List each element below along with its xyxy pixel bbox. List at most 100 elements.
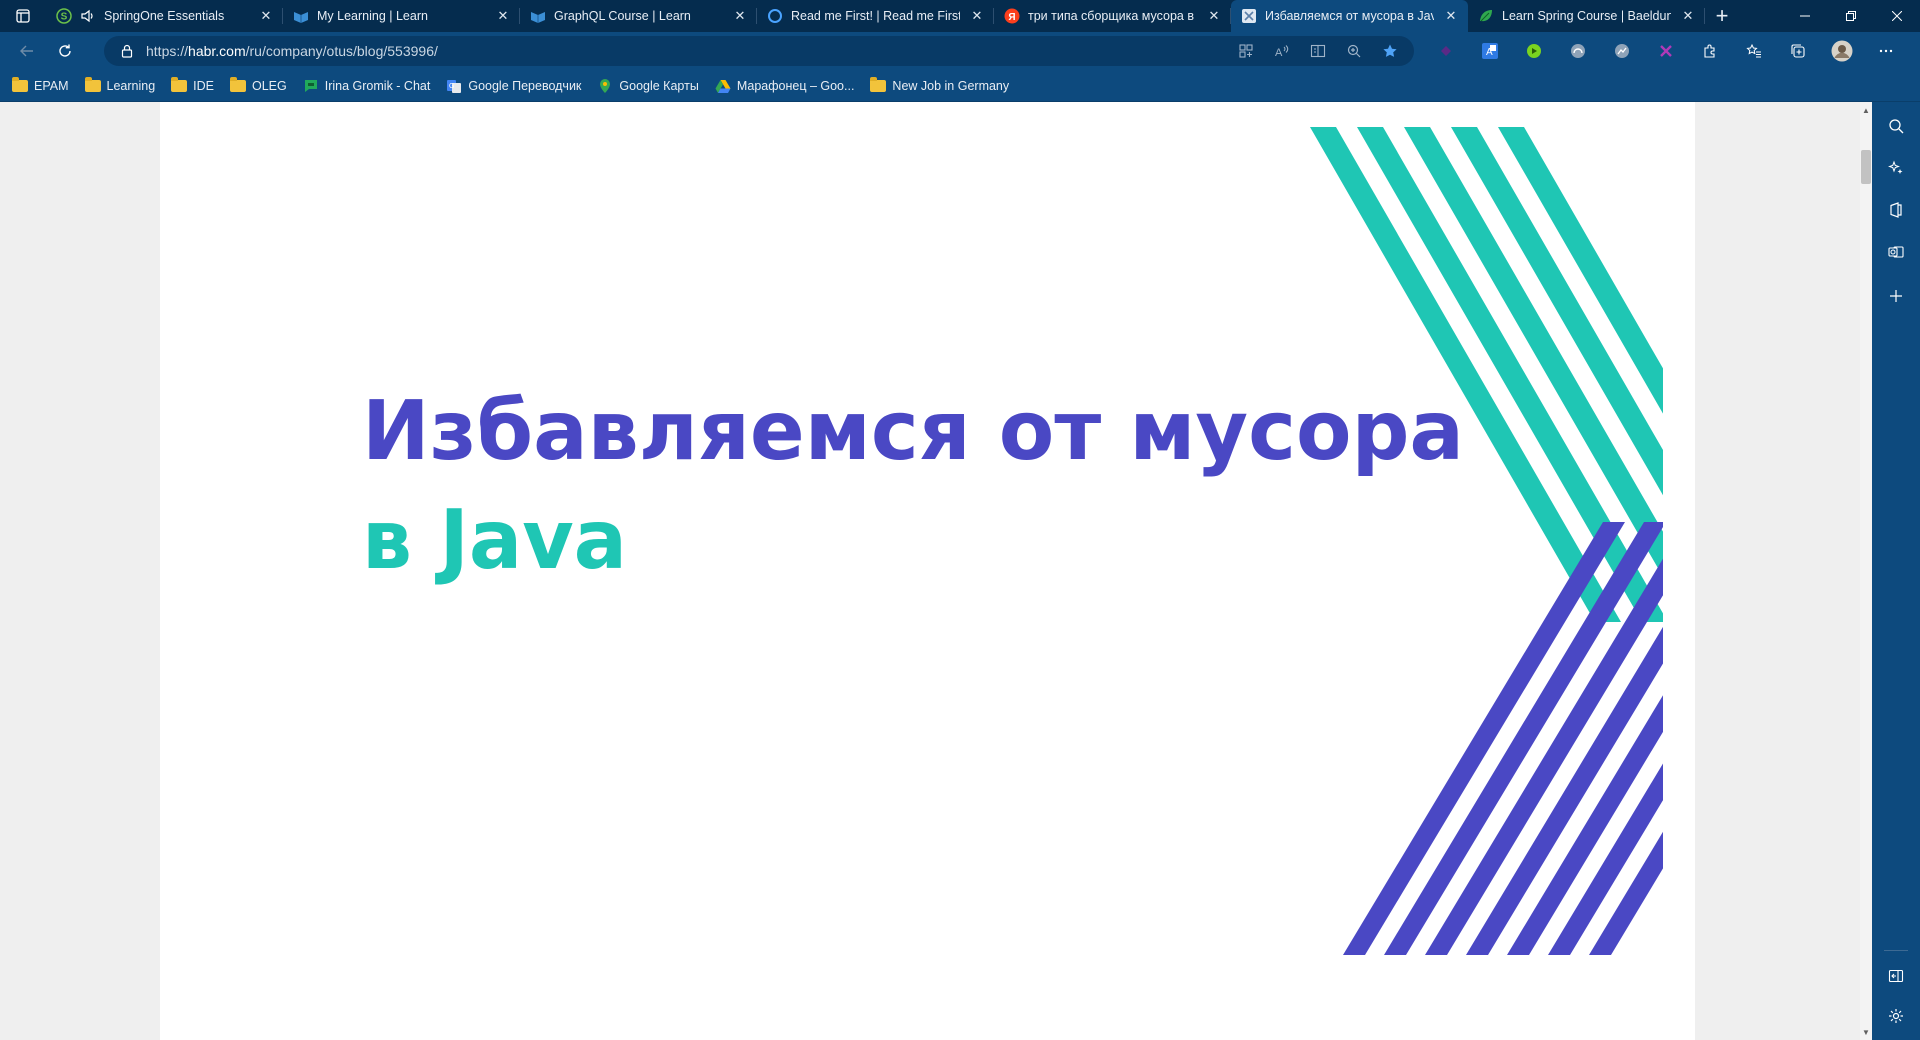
leaf-icon [1478,8,1494,24]
tab-springone[interactable]: S SpringOne Essentials ✕ [46,0,283,32]
x-extension-icon [1660,45,1672,57]
speaker-icon[interactable] [80,8,96,24]
bookmark-label: Google Переводчик [468,78,582,93]
tab-title: My Learning | Learn [317,9,428,23]
refresh-button[interactable] [48,35,82,67]
bookmark-epam[interactable]: EPAM [12,76,69,93]
folder-icon [230,76,246,92]
bookmark-learning[interactable]: Learning [84,76,156,93]
scroll-down-arrow-icon[interactable]: ▼ [1862,1028,1870,1037]
minimize-button[interactable] [1782,0,1828,32]
gray-extension-2-button[interactable] [1600,32,1644,70]
close-window-button[interactable] [1874,0,1920,32]
bookmarks-bar: EPAM Learning IDE OLEG Irina Gromik - Ch… [0,70,1920,102]
plus-icon [1890,290,1902,302]
close-icon[interactable]: ✕ [968,7,986,25]
app-available-button[interactable] [1230,36,1262,66]
vertical-scrollbar[interactable]: ▲ ▼ [1860,102,1872,1040]
sidebar-settings-button[interactable] [1872,996,1920,1036]
bookmark-new-job-germany[interactable]: New Job in Germany [870,76,1009,93]
bookmark-ide[interactable]: IDE [171,76,214,93]
scroll-up-arrow-icon[interactable]: ▲ [1862,106,1870,115]
tab-actions-icon [16,9,30,23]
hide-sidebar-icon [1888,969,1904,983]
new-tab-button[interactable]: + [1705,0,1739,32]
gauge-2-icon [1615,44,1629,58]
collections-button[interactable] [1776,32,1820,70]
close-icon[interactable]: ✕ [731,7,749,25]
favorite-star-button[interactable] [1374,36,1406,66]
zoom-icon [1347,44,1361,58]
address-bar[interactable]: https://habr.com/ru/company/otus/blog/55… [104,36,1414,66]
extension-purple-icon [1441,46,1451,56]
close-icon[interactable]: ✕ [494,7,512,25]
read-aloud-button[interactable]: A [1266,36,1298,66]
scroll-thumb[interactable] [1861,150,1871,184]
restore-button[interactable] [1828,0,1874,32]
translate-icon: A [1482,43,1498,59]
close-icon[interactable]: ✕ [257,7,275,25]
bookmark-irina-chat[interactable]: Irina Gromik - Chat [303,78,431,94]
url-text[interactable]: https://habr.com/ru/company/otus/blog/55… [146,43,438,59]
favorites-button[interactable] [1732,32,1776,70]
close-icon [1892,11,1902,21]
yandex-icon: Я [1004,8,1020,24]
apps-grid-icon [1239,44,1253,58]
more-dots-icon [1879,49,1893,53]
office-icon [1890,202,1902,218]
zoom-button[interactable] [1338,36,1370,66]
map-pin-icon [600,78,611,93]
restore-icon [1846,11,1856,21]
sidebar-office-button[interactable] [1872,190,1920,230]
tab-title: SpringOne Essentials [104,9,225,23]
bookmark-oleg[interactable]: OLEG [230,76,287,93]
x-extension-button[interactable] [1644,32,1688,70]
translate-icon: G [447,79,462,93]
bookmark-label: Learning [106,78,156,93]
hero-title-line1: Избавляемся от мусора [362,384,1464,479]
tab-actions-button[interactable] [0,0,46,32]
tab-habr-article[interactable]: Избавляемся от мусора в Java ✕ [1231,0,1468,32]
bookmark-label: Google Карты [619,78,699,93]
sidebar-hide-button[interactable] [1872,956,1920,996]
bookmark-label: Irina Gromik - Chat [324,78,431,93]
gauge-icon [1571,44,1585,58]
learn-book-icon [530,8,546,24]
settings-more-button[interactable] [1864,32,1908,70]
profile-button[interactable] [1820,32,1864,70]
favorites-list-icon [1746,43,1761,58]
back-button[interactable] [10,35,44,67]
tab-graphql-course[interactable]: GraphQL Course | Learn ✕ [520,0,757,32]
close-icon[interactable]: ✕ [1205,7,1223,25]
url-prefix: https:// [146,43,189,59]
learn-book-icon [293,8,309,24]
sidebar-outlook-button[interactable] [1872,232,1920,272]
minimize-icon [1800,15,1810,17]
gray-extension-button[interactable] [1556,32,1600,70]
window-controls [1782,0,1920,32]
folder-icon [171,76,188,92]
tab-my-learning[interactable]: My Learning | Learn ✕ [283,0,520,32]
sidebar-add-button[interactable] [1872,276,1920,316]
sidebar-search-button[interactable] [1872,106,1920,146]
tab-title: Избавляемся от мусора в Java [1265,9,1434,23]
bookmark-drive[interactable]: Марафонец – Goo... [715,78,854,94]
sidebar-discover-button[interactable] [1872,148,1920,188]
tab-title: Learn Spring Course | Baeldung [1502,9,1671,23]
svg-text:Я: Я [1008,12,1015,23]
close-icon[interactable]: ✕ [1679,7,1697,25]
tab-yandex-search[interactable]: Я три типа сборщика мусора в ja ✕ [994,0,1231,32]
bookmark-google-maps[interactable]: Google Карты [597,78,699,94]
circle-icon [767,8,783,24]
extensions-button[interactable] [1688,32,1732,70]
translate-extension-button[interactable]: A [1468,32,1512,70]
bookmark-google-translate[interactable]: G Google Переводчик [446,78,581,94]
extension-purple-button[interactable] [1424,32,1468,70]
tab-baeldung[interactable]: Learn Spring Course | Baeldung ✕ [1468,0,1705,32]
close-icon[interactable]: ✕ [1442,7,1460,25]
immersive-reader-button[interactable] [1302,36,1334,66]
lock-icon[interactable] [112,36,142,66]
green-extension-button[interactable] [1512,32,1556,70]
tab-read-me-first[interactable]: Read me First! | Read me First! | A ✕ [757,0,994,32]
edge-sidebar [1872,102,1920,1040]
